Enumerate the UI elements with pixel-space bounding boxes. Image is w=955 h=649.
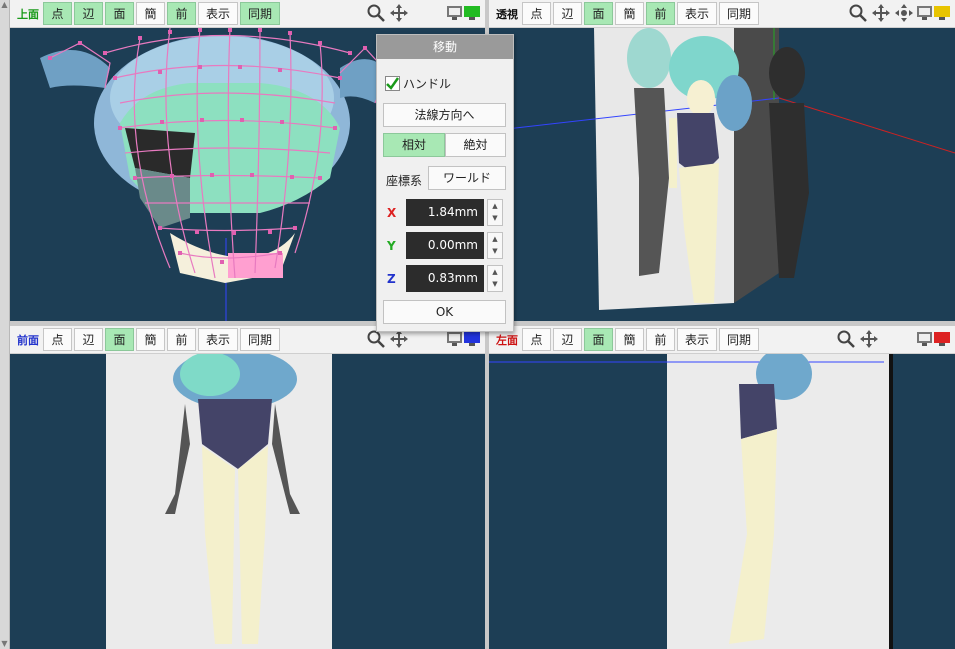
viewport-front[interactable]: 前面 点 辺 面 簡 前 表示 同期 <box>10 326 485 649</box>
z-axis-label: Z <box>387 272 396 286</box>
monitor-icon[interactable] <box>447 330 481 348</box>
zoom-icon[interactable] <box>366 3 386 23</box>
viewport-left[interactable]: 左面 点 辺 面 簡 前 表示 同期 <box>489 326 955 649</box>
display-button[interactable]: 表示 <box>677 2 717 25</box>
sync-button[interactable]: 同期 <box>719 2 759 25</box>
sync-button[interactable]: 同期 <box>719 328 759 351</box>
display-button[interactable]: 表示 <box>198 328 238 351</box>
edge-mode-button[interactable]: 辺 <box>553 2 582 25</box>
relative-button[interactable]: 相対 <box>383 133 445 157</box>
front-button[interactable]: 前 <box>167 328 196 351</box>
viewport-toolbar: 透視 点 辺 面 簡 前 表示 同期 <box>489 0 955 28</box>
left-scrollbar[interactable]: ▲ ▼ <box>0 0 10 649</box>
pan-icon[interactable] <box>871 3 891 23</box>
pan-icon[interactable] <box>859 329 879 349</box>
x-spinner[interactable]: ▲ ▼ <box>487 199 503 226</box>
perspective-view-render <box>489 28 955 310</box>
sync-button[interactable]: 同期 <box>240 328 280 351</box>
y-axis-label: Y <box>387 239 396 253</box>
face-mode-button[interactable]: 面 <box>584 2 613 25</box>
scroll-up-arrow[interactable]: ▲ <box>1 0 8 10</box>
rotate-icon[interactable] <box>894 3 914 23</box>
y-value-field[interactable]: 0.00mm <box>406 232 484 259</box>
ok-button[interactable]: OK <box>383 300 506 324</box>
viewport-title: 前面 <box>17 333 39 347</box>
front-button[interactable]: 前 <box>646 328 675 351</box>
vertex-mode-button[interactable]: 点 <box>522 2 551 25</box>
front-button[interactable]: 前 <box>646 2 675 25</box>
edge-mode-button[interactable]: 辺 <box>74 328 103 351</box>
monitor-icon[interactable] <box>917 330 951 348</box>
coordinate-system-label: 座標系 <box>386 174 423 188</box>
viewport-title: 透視 <box>496 7 518 21</box>
z-value-field[interactable]: 0.83mm <box>406 265 484 292</box>
viewport-perspective[interactable]: 透視 点 辺 面 簡 前 表示 同期 <box>489 0 955 321</box>
edge-mode-button[interactable]: 辺 <box>74 2 103 25</box>
zoom-icon[interactable] <box>848 3 868 23</box>
absolute-button[interactable]: 絶対 <box>445 133 506 157</box>
display-button[interactable]: 表示 <box>677 328 717 351</box>
simple-mode-button[interactable]: 簡 <box>136 2 165 25</box>
viewport-title: 左面 <box>496 333 518 347</box>
x-axis-label: X <box>387 206 397 220</box>
simple-mode-button[interactable]: 簡 <box>136 328 165 351</box>
vertex-mode-button[interactable]: 点 <box>43 2 72 25</box>
viewport-canvas[interactable] <box>10 354 485 649</box>
viewport-canvas[interactable] <box>489 28 955 321</box>
vertex-mode-button[interactable]: 点 <box>522 328 551 351</box>
move-dialog[interactable]: 移動 ハンドル 法線方向へ 相対 絶対 座標系 ワールド X 1.84mm ▲ ▼… <box>376 34 514 332</box>
z-spinner[interactable]: ▲ ▼ <box>487 265 503 292</box>
display-button[interactable]: 表示 <box>198 2 238 25</box>
handle-label: ハンドル <box>403 77 452 91</box>
viewport-toolbar: 左面 点 辺 面 簡 前 表示 同期 <box>489 326 955 354</box>
viewport-canvas[interactable] <box>489 354 955 649</box>
simple-mode-button[interactable]: 簡 <box>615 2 644 25</box>
normal-direction-button[interactable]: 法線方向へ <box>383 103 506 127</box>
viewport-toolbar: 上面 点 辺 面 簡 前 表示 同期 <box>10 0 485 28</box>
front-button[interactable]: 前 <box>167 2 196 25</box>
pan-icon[interactable] <box>389 329 409 349</box>
simple-mode-button[interactable]: 簡 <box>615 328 644 351</box>
checkbox-checked-icon[interactable] <box>385 76 400 91</box>
edge-mode-button[interactable]: 辺 <box>553 328 582 351</box>
scroll-down-arrow[interactable]: ▼ <box>1 639 8 649</box>
front-view-render <box>106 354 332 649</box>
zoom-icon[interactable] <box>366 329 386 349</box>
sync-button[interactable]: 同期 <box>240 2 280 25</box>
dialog-title: 移動 <box>377 35 513 59</box>
coordinate-system-button[interactable]: ワールド <box>428 166 506 190</box>
monitor-icon[interactable] <box>447 4 481 22</box>
zoom-icon[interactable] <box>836 329 856 349</box>
face-mode-button[interactable]: 面 <box>584 328 613 351</box>
handle-checkbox-row[interactable]: ハンドル <box>385 75 451 92</box>
y-spinner[interactable]: ▲ ▼ <box>487 232 503 259</box>
monitor-icon[interactable] <box>917 4 951 22</box>
face-mode-button[interactable]: 面 <box>105 328 134 351</box>
x-value-field[interactable]: 1.84mm <box>406 199 484 226</box>
left-view-render <box>489 354 893 649</box>
pan-icon[interactable] <box>389 3 409 23</box>
vertex-mode-button[interactable]: 点 <box>43 328 72 351</box>
viewport-title: 上面 <box>17 7 39 21</box>
face-mode-button[interactable]: 面 <box>105 2 134 25</box>
